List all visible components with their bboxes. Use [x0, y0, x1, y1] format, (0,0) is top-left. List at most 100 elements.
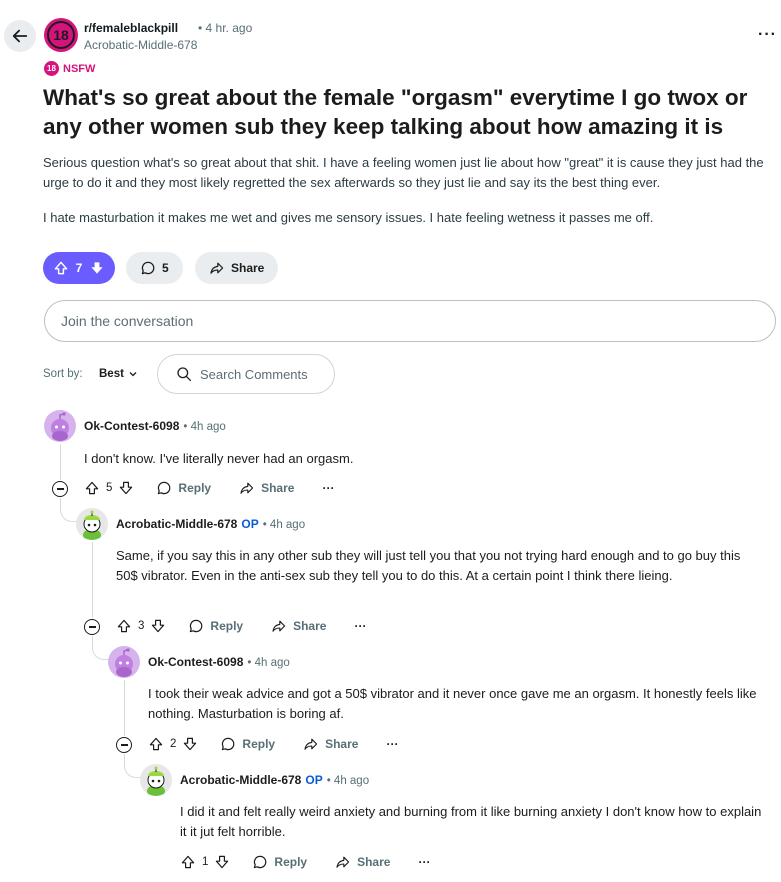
comments-count: 5 [162, 261, 169, 275]
more-icon[interactable]: ··· [354, 619, 366, 633]
share-label: Share [261, 481, 295, 495]
share-icon [272, 620, 286, 632]
chevron-down-icon [129, 372, 137, 377]
upvote-icon[interactable] [116, 618, 132, 634]
comment-actions: 1 Reply Share ··· [180, 854, 430, 870]
comment-author[interactable]: Acrobatic-Middle-678 [180, 773, 301, 787]
thread-line [124, 680, 125, 736]
post-author[interactable]: Acrobatic-Middle-678 [84, 38, 197, 52]
downvote-icon[interactable] [118, 480, 134, 496]
share-label: Share [231, 261, 265, 275]
post-title: What's so great about the female "orgasm… [43, 85, 748, 139]
comment-icon [158, 481, 171, 495]
share-button[interactable]: Share [271, 618, 326, 634]
downvote-icon[interactable] [182, 736, 198, 752]
more-icon[interactable]: ··· [758, 26, 777, 44]
comment-actions: 5 Reply Share ··· [84, 480, 334, 496]
subreddit-name[interactable]: r/femaleblackpill [84, 21, 178, 35]
comment-author[interactable]: Ok-Contest-6098 [84, 419, 179, 433]
reply-label: Reply [178, 481, 212, 495]
reply-button[interactable]: Reply [188, 618, 243, 634]
snoo-avatar-icon [115, 648, 133, 677]
more-icon[interactable]: ··· [386, 737, 398, 751]
comment-header: Acrobatic-Middle-678 OP • 4h ago [116, 517, 305, 531]
reply-button[interactable]: Reply [252, 854, 307, 870]
collapse-icon[interactable] [116, 737, 132, 753]
search-placeholder: Search Comments [200, 366, 308, 382]
search-comments-input[interactable]: Search Comments [157, 354, 335, 394]
sort-value: Best [99, 368, 124, 380]
downvote-icon[interactable] [150, 618, 166, 634]
comment-vote: 5 [84, 480, 134, 496]
upvote-icon[interactable] [53, 260, 69, 276]
comment-body: I don't know. I've literally never had a… [84, 451, 354, 466]
reply-label: Reply [210, 619, 244, 633]
more-icon[interactable]: ··· [418, 855, 430, 869]
sort-label: Sort by: [43, 368, 83, 380]
comment-icon [190, 619, 203, 633]
back-arrow-icon [12, 29, 28, 43]
share-icon [240, 482, 254, 494]
post-body-paragraph: I hate masturbation it makes me wet and … [43, 210, 654, 225]
downvote-icon[interactable] [89, 260, 105, 276]
more-icon[interactable]: ··· [322, 481, 334, 495]
comment-actions: 2 Reply Share ··· [148, 736, 398, 752]
thread-connector [60, 498, 78, 522]
sort-dropdown[interactable]: Best [99, 368, 138, 380]
subreddit-avatar-text: 18 [47, 21, 75, 49]
collapse-icon[interactable] [84, 619, 100, 635]
upvote-icon[interactable] [180, 854, 196, 870]
back-button[interactable] [4, 20, 36, 52]
comment-vote: 2 [148, 736, 198, 752]
comment-vote-count: 2 [170, 738, 177, 750]
share-button[interactable]: Share [239, 480, 294, 496]
comment-time: • 4h ago [183, 421, 226, 433]
share-label: Share [325, 737, 359, 751]
upvote-icon[interactable] [84, 480, 100, 496]
comment-header: Ok-Contest-6098 • 4h ago [148, 655, 290, 669]
comment-icon [254, 855, 267, 869]
thread-connector [124, 754, 142, 778]
nsfw-badge-icon: 18 [44, 61, 59, 76]
share-icon [210, 262, 224, 274]
subreddit-avatar[interactable]: 18 [44, 18, 78, 52]
upvote-icon[interactable] [148, 736, 164, 752]
comments-button[interactable]: 5 [126, 252, 183, 284]
post-time: • 4 hr. ago [198, 21, 253, 35]
share-button[interactable]: Share [303, 736, 358, 752]
avatar[interactable] [108, 646, 140, 678]
comment-author[interactable]: Acrobatic-Middle-678 [116, 517, 237, 531]
share-button[interactable]: Share [195, 252, 279, 284]
comment-author[interactable]: Ok-Contest-6098 [148, 655, 243, 669]
comment-body: I took their weak advice and got a 50$ v… [148, 686, 757, 721]
reply-button[interactable]: Reply [220, 736, 275, 752]
comment-vote-count: 3 [138, 620, 145, 632]
snoo-avatar-icon [83, 510, 101, 540]
avatar[interactable] [44, 410, 76, 442]
nsfw-tag: 18 NSFW [44, 61, 95, 76]
comment-vote: 1 [180, 854, 230, 870]
comment-body: I did it and felt really weird anxiety a… [180, 804, 762, 839]
search-icon [177, 367, 192, 382]
op-badge: OP [305, 773, 323, 787]
join-conversation-input[interactable]: Join the conversation [44, 300, 776, 342]
comment-vote: 3 [116, 618, 166, 634]
share-button[interactable]: Share [335, 854, 390, 870]
share-label: Share [293, 619, 327, 633]
downvote-icon[interactable] [214, 854, 230, 870]
reply-label: Reply [242, 737, 276, 751]
comment-body: Same, if you say this in any other sub t… [116, 548, 741, 583]
reply-button[interactable]: Reply [156, 480, 211, 496]
thread-connector [92, 636, 110, 660]
thread-line [92, 542, 93, 618]
comment-header: Acrobatic-Middle-678 OP • 4h ago [180, 773, 369, 787]
collapse-icon[interactable] [52, 481, 68, 497]
avatar[interactable] [76, 508, 108, 540]
post-vote-control: 7 [43, 252, 115, 284]
share-label: Share [357, 855, 391, 869]
comment-time: • 4h ago [326, 775, 370, 787]
avatar[interactable] [140, 764, 172, 796]
post-body: Serious question what's so great about t… [43, 153, 773, 228]
comment-vote-count: 5 [106, 482, 113, 494]
post-body-paragraph: Serious question what's so great about t… [43, 155, 764, 190]
